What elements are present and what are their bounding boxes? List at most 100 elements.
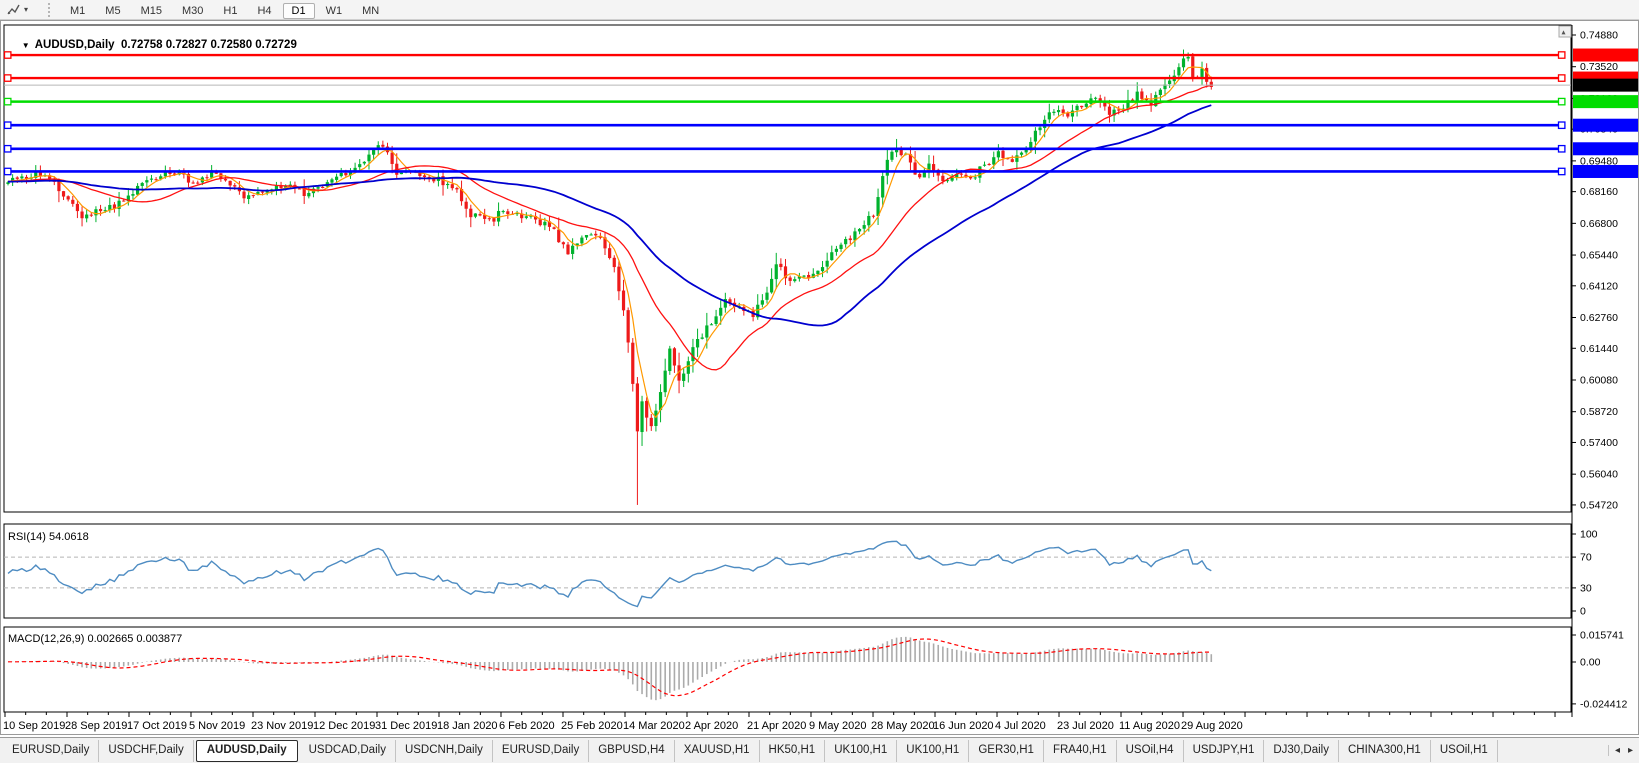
- chart-tabs: EURUSD,DailyUSDCHF,DailyAUDUSD,DailyUSDC…: [3, 740, 1498, 762]
- chart-tab-ger30-h1[interactable]: GER30,H1: [969, 740, 1044, 762]
- svg-text:0.61440: 0.61440: [1580, 343, 1618, 355]
- svg-text:30: 30: [1580, 582, 1592, 594]
- chart-tab-audusd-daily[interactable]: AUDUSD,Daily: [196, 740, 298, 762]
- svg-text:-0.024412: -0.024412: [1580, 698, 1627, 710]
- chart-tab-eurusd-daily[interactable]: EURUSD,Daily: [3, 740, 99, 762]
- level-right-marker[interactable]: [1559, 75, 1565, 81]
- symbol-dropdown-caret-icon[interactable]: ▼: [22, 41, 30, 50]
- svg-text:0.74880: 0.74880: [1580, 30, 1618, 42]
- chart-tab-usdjpy-h1[interactable]: USDJPY,H1: [1184, 740, 1265, 762]
- level-price-label: [1573, 95, 1638, 108]
- level-left-marker[interactable]: [5, 146, 11, 152]
- macd-indicator-label: MACD(12,26,9) 0.002665 0.003877: [8, 633, 182, 645]
- chart-tool-icon: [6, 3, 21, 17]
- chart-tab-xauusd-h1[interactable]: XAUUSD,H1: [675, 740, 760, 762]
- scroll-up-icon: ▴: [1562, 28, 1566, 37]
- tab-scroll-left-icon[interactable]: ◂: [1615, 745, 1620, 756]
- svg-text:25 Feb 2020: 25 Feb 2020: [561, 720, 623, 732]
- timeframe-button-h4[interactable]: H4: [248, 3, 280, 19]
- timeframe-button-m15[interactable]: M15: [132, 3, 171, 19]
- chart-tab-eurusd-daily[interactable]: EURUSD,Daily: [493, 740, 589, 762]
- svg-text:11 Aug 2020: 11 Aug 2020: [1119, 720, 1180, 732]
- svg-text:0.68160: 0.68160: [1580, 186, 1618, 198]
- rsi-indicator-label: RSI(14) 54.0618: [8, 531, 89, 543]
- timeframe-button-m30[interactable]: M30: [173, 3, 212, 19]
- timeframe-button-d1[interactable]: D1: [283, 3, 315, 19]
- svg-text:29 Aug 2020: 29 Aug 2020: [1181, 720, 1243, 732]
- level-price-label: [1573, 142, 1638, 155]
- svg-text:9 May 2020: 9 May 2020: [809, 720, 866, 732]
- chart-window: 0.748800.735200.721600.708400.694800.681…: [0, 20, 1639, 737]
- svg-text:16 Jun 2020: 16 Jun 2020: [933, 720, 994, 732]
- level-right-marker[interactable]: [1559, 146, 1565, 152]
- svg-text:28 May 2020: 28 May 2020: [871, 720, 935, 732]
- timeframe-button-m1[interactable]: M1: [61, 3, 94, 19]
- level-right-marker[interactable]: [1559, 52, 1565, 58]
- svg-text:0.65440: 0.65440: [1580, 250, 1618, 262]
- svg-text:0.60080: 0.60080: [1580, 374, 1618, 386]
- svg-text:10 Sep 2019: 10 Sep 2019: [3, 720, 65, 732]
- level-right-marker[interactable]: [1559, 122, 1565, 128]
- timeframe-button-m5[interactable]: M5: [96, 3, 129, 19]
- current-price-label: [1573, 79, 1638, 92]
- level-price-label: [1573, 119, 1638, 132]
- level-price-label: [1573, 165, 1638, 178]
- tab-scroll-arrows: ◂ ▸: [1608, 745, 1639, 756]
- svg-text:4 Jul 2020: 4 Jul 2020: [995, 720, 1046, 732]
- main-plot-panel: [4, 25, 1571, 512]
- svg-text:18 Jan 2020: 18 Jan 2020: [437, 720, 498, 732]
- price-chart: 0.748800.735200.721600.708400.694800.681…: [0, 20, 1639, 737]
- timeframe-button-h1[interactable]: H1: [214, 3, 246, 19]
- level-left-marker[interactable]: [5, 168, 11, 174]
- svg-text:23 Nov 2019: 23 Nov 2019: [251, 720, 313, 732]
- timeframe-button-group: M1M5M15M30H1H4D1W1MN: [60, 1, 389, 19]
- chart-tab-uk100-h1[interactable]: UK100,H1: [825, 740, 897, 762]
- chart-tab-gbpusd-h4[interactable]: GBPUSD,H4: [589, 740, 674, 762]
- svg-text:0.00: 0.00: [1580, 657, 1601, 669]
- chart-tab-usoil-h4[interactable]: USOil,H4: [1117, 740, 1184, 762]
- svg-text:5 Nov 2019: 5 Nov 2019: [189, 720, 245, 732]
- timeframe-button-mn[interactable]: MN: [353, 3, 388, 19]
- level-left-marker[interactable]: [5, 75, 11, 81]
- chart-tool-button[interactable]: ▾: [0, 3, 34, 17]
- svg-text:2 Apr 2020: 2 Apr 2020: [685, 720, 738, 732]
- ohlc-values: 0.72758 0.72827 0.72580 0.72729: [121, 39, 297, 51]
- svg-text:21 Apr 2020: 21 Apr 2020: [747, 720, 806, 732]
- chart-tab-china300-h1[interactable]: CHINA300,H1: [1339, 740, 1431, 762]
- chart-tab-hk50-h1[interactable]: HK50,H1: [760, 740, 826, 762]
- chart-tab-dj30-daily[interactable]: DJ30,Daily: [1264, 740, 1339, 762]
- svg-text:6 Feb 2020: 6 Feb 2020: [499, 720, 555, 732]
- level-left-marker[interactable]: [5, 98, 11, 104]
- svg-text:0.62760: 0.62760: [1580, 312, 1618, 324]
- dropdown-caret-icon[interactable]: ▾: [24, 5, 28, 14]
- chart-tab-usoil-h1[interactable]: USOil,H1: [1431, 740, 1498, 762]
- svg-text:23 Jul 2020: 23 Jul 2020: [1057, 720, 1114, 732]
- svg-text:0.54720: 0.54720: [1580, 499, 1618, 511]
- macd-panel: [4, 627, 1571, 712]
- timeframe-button-w1[interactable]: W1: [317, 3, 352, 19]
- svg-text:31 Dec 2019: 31 Dec 2019: [375, 720, 437, 732]
- chart-tab-usdchf-daily[interactable]: USDCHF,Daily: [99, 740, 193, 762]
- chart-tab-uk100-h1[interactable]: UK100,H1: [897, 740, 969, 762]
- chart-tab-usdcad-daily[interactable]: USDCAD,Daily: [300, 740, 396, 762]
- toolbar-grip: [48, 3, 50, 17]
- level-left-marker[interactable]: [5, 122, 11, 128]
- chart-tab-fra40-h1[interactable]: FRA40,H1: [1044, 740, 1117, 762]
- level-right-marker[interactable]: [1559, 98, 1565, 104]
- svg-text:28 Sep 2019: 28 Sep 2019: [65, 720, 127, 732]
- svg-text:0.64120: 0.64120: [1580, 280, 1618, 292]
- svg-text:0.73520: 0.73520: [1580, 61, 1618, 73]
- chart-tab-usdcnh-daily[interactable]: USDCNH,Daily: [396, 740, 493, 762]
- svg-text:0.56040: 0.56040: [1580, 469, 1618, 481]
- svg-text:14 Mar 2020: 14 Mar 2020: [623, 720, 685, 732]
- level-price-label: [1573, 49, 1638, 62]
- svg-text:0.57400: 0.57400: [1580, 437, 1618, 449]
- svg-text:100: 100: [1580, 529, 1598, 541]
- tab-scroll-right-icon[interactable]: ▸: [1628, 745, 1633, 756]
- level-right-marker[interactable]: [1559, 168, 1565, 174]
- svg-text:0.58720: 0.58720: [1580, 406, 1618, 418]
- chart-tabs-bar: EURUSD,DailyUSDCHF,DailyAUDUSD,DailyUSDC…: [0, 737, 1639, 763]
- svg-text:12 Dec 2019: 12 Dec 2019: [313, 720, 375, 732]
- rsi-panel: [4, 524, 1571, 618]
- symbol-period-label: AUDUSD,Daily: [35, 39, 115, 51]
